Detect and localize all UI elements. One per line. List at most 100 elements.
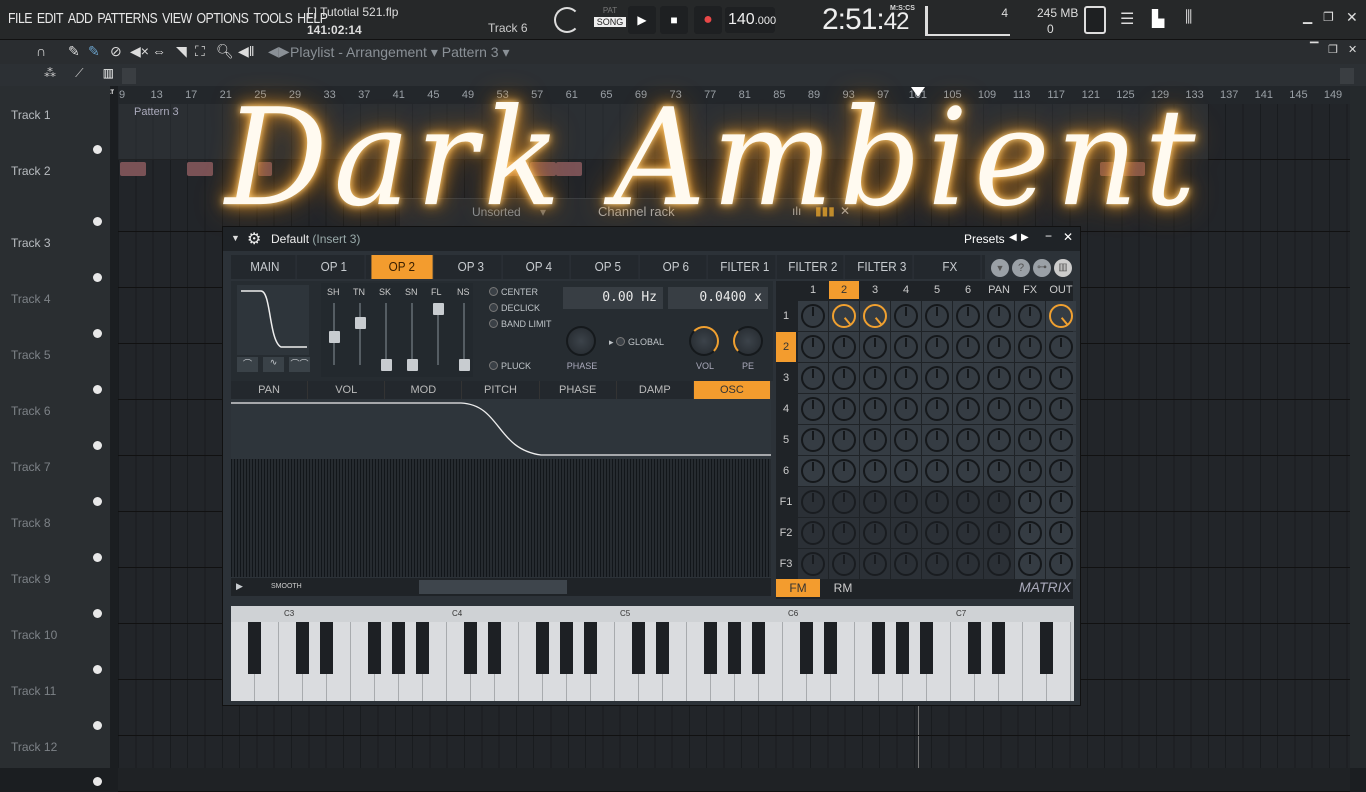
black-key[interactable] — [800, 622, 813, 674]
preset-next[interactable]: ▶ — [1021, 232, 1029, 243]
track-mute-toggle[interactable] — [93, 273, 102, 282]
maximize-button[interactable]: ❐ — [1323, 10, 1334, 24]
matrix-knob[interactable] — [829, 301, 859, 331]
black-key[interactable] — [752, 622, 765, 674]
matrix-knob[interactable] — [1046, 456, 1076, 486]
matrix-knob[interactable] — [953, 487, 983, 517]
piano-keyboard[interactable]: C3 C4 C5 C6 C7 — [231, 606, 1074, 701]
matrix-knob[interactable] — [984, 363, 1014, 393]
matrix-knob[interactable] — [1015, 518, 1045, 548]
matrix-knob[interactable] — [922, 425, 952, 455]
fader-ns[interactable] — [459, 303, 470, 375]
matrix-knob[interactable] — [798, 518, 828, 548]
matrix-knob[interactable] — [1015, 456, 1045, 486]
presets-button[interactable]: Presets — [964, 232, 1005, 246]
matrix-knob[interactable] — [860, 549, 890, 579]
track-mute-toggle[interactable] — [93, 145, 102, 154]
tab-op-4[interactable]: OP 4 — [509, 255, 571, 279]
matrix-knob[interactable] — [953, 332, 983, 362]
black-key[interactable] — [392, 622, 405, 674]
matrix-knob[interactable] — [1015, 487, 1045, 517]
magnet-icon[interactable]: ∩ — [36, 43, 46, 59]
matrix-knob[interactable] — [953, 518, 983, 548]
matrix-knob[interactable] — [891, 518, 921, 548]
black-key[interactable] — [872, 622, 885, 674]
black-key[interactable] — [296, 622, 309, 674]
record-button[interactable]: ● — [694, 6, 722, 34]
playlist-window-icon[interactable] — [1084, 6, 1106, 34]
plugin-close[interactable]: ✕ — [1063, 230, 1073, 244]
black-key[interactable] — [536, 622, 549, 674]
matrix-knob[interactable] — [953, 301, 983, 331]
black-key[interactable] — [992, 622, 1005, 674]
menu-view[interactable]: VIEW — [162, 10, 192, 27]
vol-knob[interactable] — [689, 326, 719, 356]
matrix-knob[interactable] — [922, 332, 952, 362]
matrix-row-header[interactable]: 6 — [776, 456, 796, 486]
matrix-knob[interactable] — [1046, 549, 1076, 579]
env-tab-pitch[interactable]: PITCH — [462, 381, 540, 399]
option-pluck[interactable]: PLUCK — [489, 361, 531, 371]
menu-icon[interactable]: ▼ — [991, 259, 1009, 277]
black-key[interactable] — [632, 622, 645, 674]
env-tab-mod[interactable]: MOD — [385, 381, 463, 399]
tab-filter-1[interactable]: FILTER 1 — [714, 255, 776, 279]
track-name[interactable]: Track 4 — [11, 292, 51, 306]
black-key[interactable] — [560, 622, 573, 674]
matrix-row-header[interactable]: F2 — [776, 518, 796, 548]
black-key[interactable] — [584, 622, 597, 674]
matrix-row-header[interactable]: 2 — [776, 332, 796, 362]
matrix-knob[interactable] — [891, 394, 921, 424]
pe-knob[interactable] — [733, 326, 763, 356]
scroll-right[interactable] — [1340, 68, 1354, 84]
matrix-knob[interactable] — [860, 363, 890, 393]
tab-filter-3[interactable]: FILTER 3 — [851, 255, 914, 279]
matrix-row-header[interactable]: F1 — [776, 487, 796, 517]
playlist-title[interactable]: Playlist - Arrangement ▾ Pattern 3 ▾ — [290, 44, 510, 61]
black-key[interactable] — [416, 622, 429, 674]
playlist-minimize[interactable]: ▔ — [1310, 42, 1318, 55]
envelope-curve[interactable] — [231, 399, 771, 459]
channel-rack-window-icon[interactable]: ☰ — [1120, 9, 1134, 29]
matrix-knob[interactable] — [860, 456, 890, 486]
tempo-display[interactable]: 140.000 — [725, 7, 776, 33]
matrix-knob[interactable] — [1015, 425, 1045, 455]
matrix-col-header[interactable]: 4 — [891, 281, 921, 299]
tab-op-5[interactable]: OP 5 — [577, 255, 639, 279]
env-tab-osc[interactable]: OSC — [693, 381, 771, 399]
option-declick[interactable]: DECLICK — [489, 303, 540, 313]
track-mute-toggle[interactable] — [93, 721, 102, 730]
matrix-knob[interactable] — [984, 518, 1014, 548]
matrix-knob[interactable] — [860, 487, 890, 517]
menu-file[interactable]: FILE — [8, 10, 33, 27]
stop-button[interactable]: ■ — [660, 6, 688, 34]
option-band-limit[interactable]: BAND LIMIT — [489, 319, 552, 329]
matrix-knob[interactable] — [953, 549, 983, 579]
env-tab-phase[interactable]: PHASE — [540, 381, 617, 399]
matrix-knob[interactable] — [1015, 394, 1045, 424]
matrix-row-header[interactable]: 3 — [776, 363, 796, 393]
fader-sh[interactable] — [329, 303, 340, 375]
master-volume-knob[interactable] — [554, 7, 580, 33]
matrix-knob[interactable] — [922, 518, 952, 548]
track-name[interactable]: Track 3 — [11, 236, 51, 250]
matrix-knob[interactable] — [1015, 301, 1045, 331]
fader-handle[interactable] — [381, 359, 392, 371]
playlist-close[interactable]: ✕ — [1348, 43, 1357, 56]
matrix-knob[interactable] — [984, 425, 1014, 455]
matrix-knob[interactable] — [1015, 363, 1045, 393]
plugin-menu-arrow[interactable]: ▼ — [231, 233, 240, 243]
fader-tn[interactable] — [355, 303, 366, 375]
fader-handle[interactable] — [329, 331, 340, 343]
matrix-knob[interactable] — [829, 549, 859, 579]
track-name[interactable]: Track 8 — [11, 516, 51, 530]
rm-mode-button[interactable]: RM — [823, 579, 863, 597]
matrix-row-header[interactable]: 4 — [776, 394, 796, 424]
tab-main[interactable]: MAIN — [234, 255, 297, 279]
matrix-knob[interactable] — [1046, 301, 1076, 331]
matrix-knob[interactable] — [953, 363, 983, 393]
note-icon[interactable]: ⁂ — [44, 66, 56, 81]
matrix-knob[interactable] — [953, 394, 983, 424]
song-mode[interactable]: SONG — [594, 17, 626, 27]
plugin-header[interactable]: ▼ ⚙ Default (Insert 3) Presets ◀ ▶ − ✕ — [223, 227, 1080, 251]
